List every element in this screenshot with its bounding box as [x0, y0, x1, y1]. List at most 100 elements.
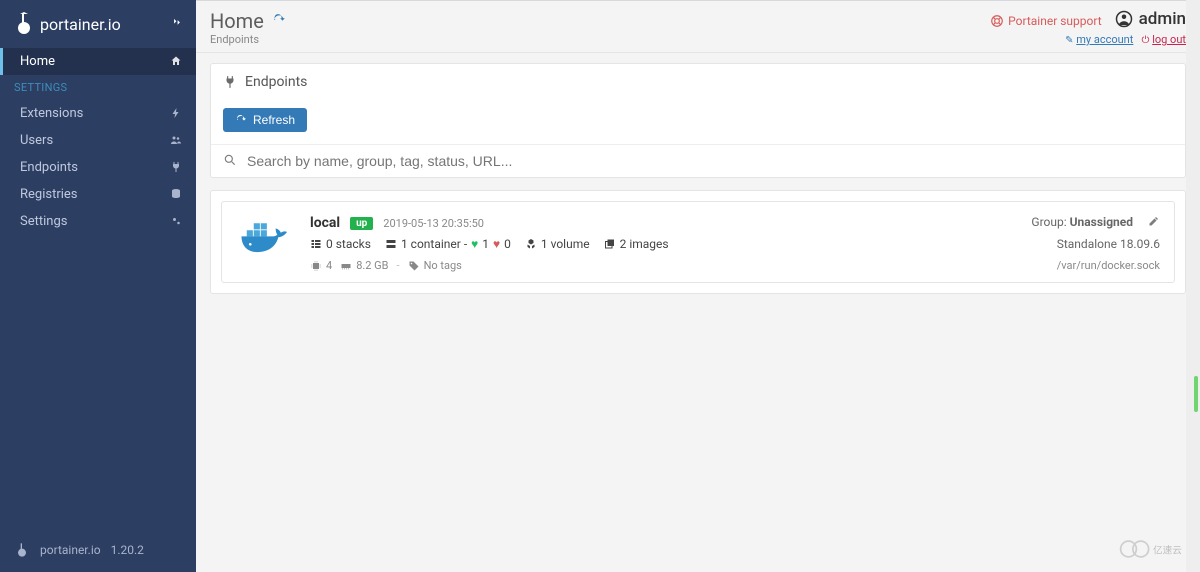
- scrollbar[interactable]: [1186, 0, 1200, 572]
- ram-text: 8.2 GB: [356, 259, 388, 272]
- logout-icon: ⏻: [1142, 35, 1150, 46]
- sidebar-item-settings[interactable]: Settings: [0, 208, 196, 235]
- endpoint-top-row: local up 2019-05-13 20:35:50 Group: Unas…: [310, 212, 1160, 231]
- sidebar-item-label: Home: [20, 54, 55, 69]
- cubes-icon: [525, 238, 537, 250]
- volumes-text: 1 volume: [541, 237, 590, 251]
- tags-icon: [408, 260, 420, 272]
- tags-text: No tags: [424, 259, 462, 272]
- separator: -: [397, 259, 400, 272]
- th-list-icon: [310, 238, 322, 250]
- container-text: 1 container -: [401, 237, 467, 251]
- topbar-left: Home Endpoints: [210, 9, 286, 46]
- brand-name: portainer.io: [40, 15, 121, 34]
- cogs-icon: [170, 215, 182, 229]
- user-block[interactable]: admin: [1115, 9, 1186, 29]
- docker-whale-icon: [236, 212, 296, 260]
- my-account-link[interactable]: my account: [1076, 33, 1133, 46]
- svg-text:亿速云: 亿速云: [1153, 544, 1182, 556]
- search-input[interactable]: [247, 153, 1173, 169]
- sidebar-item-users[interactable]: Users: [0, 127, 196, 154]
- panel-tools: Refresh: [211, 100, 1185, 144]
- refresh-icon: [235, 114, 247, 126]
- support-link[interactable]: Portainer support: [990, 14, 1102, 28]
- topbar-right: Portainer support admin ✎ my account ⏻ l…: [990, 9, 1186, 46]
- server-icon: [385, 238, 397, 250]
- microchip-icon: [310, 260, 322, 272]
- sidebar-section-settings: SETTINGS: [0, 75, 196, 100]
- home-icon: [170, 55, 182, 69]
- sidebar-item-label: Registries: [20, 187, 78, 202]
- sidebar-item-label: Endpoints: [20, 160, 78, 175]
- sidebar-header: portainer.io: [0, 0, 196, 48]
- cpu-stat: 4: [310, 259, 332, 272]
- scrollbar-thumb[interactable]: [1194, 376, 1198, 412]
- breadcrumb: Endpoints: [210, 33, 286, 46]
- topbar: Home Endpoints Portainer support admin ✎: [196, 1, 1200, 53]
- sidebar-item-endpoints[interactable]: Endpoints: [0, 154, 196, 181]
- user-links: ✎ my account ⏻ log out: [990, 33, 1186, 46]
- edit-group-icon[interactable]: [1148, 215, 1160, 229]
- sidebar-footer: portainer.io 1.20.2: [0, 528, 196, 572]
- clone-icon: [604, 238, 616, 250]
- ram-stat: 8.2 GB: [340, 259, 388, 272]
- refresh-page-icon[interactable]: [272, 13, 286, 29]
- support-label: Portainer support: [1008, 14, 1102, 28]
- endpoint-body: local up 2019-05-13 20:35:50 Group: Unas…: [310, 212, 1160, 272]
- endpoint-group: Group: Unassigned: [1031, 215, 1160, 229]
- sidebar-item-extensions[interactable]: Extensions: [0, 100, 196, 127]
- endpoints-panel: Endpoints Refresh: [210, 63, 1186, 178]
- endpoint-bottom-row: 4 8.2 GB - No tags /: [310, 259, 1160, 272]
- sidebar-item-registries[interactable]: Registries: [0, 181, 196, 208]
- heart-red-icon: ♥: [493, 237, 500, 251]
- search-icon: [223, 153, 237, 169]
- volumes-stat: 1 volume: [525, 237, 590, 251]
- endpoint-type: Standalone 18.09.6: [1057, 237, 1160, 251]
- content: Endpoints Refresh: [196, 53, 1200, 316]
- plug-icon: [170, 161, 182, 175]
- group-label: Group:: [1031, 215, 1066, 229]
- cpu-text: 4: [326, 259, 332, 272]
- user-circle-icon: [1115, 10, 1133, 28]
- portainer-logo-small-icon: [14, 542, 30, 558]
- status-badge: up: [350, 217, 373, 230]
- refresh-label: Refresh: [253, 113, 295, 127]
- endpoint-timestamp: 2019-05-13 20:35:50: [383, 217, 484, 230]
- sidebar-item-home[interactable]: Home: [0, 48, 196, 75]
- page-title: Home: [210, 9, 264, 33]
- endpoint-mid-row: 0 stacks 1 container - ♥ 1 ♥ 0: [310, 237, 1160, 251]
- container-stat: 1 container - ♥ 1 ♥ 0: [385, 237, 511, 251]
- search-row: [211, 144, 1185, 177]
- unhealthy-num: 0: [504, 237, 511, 251]
- log-out-link[interactable]: log out: [1152, 33, 1186, 46]
- logo[interactable]: portainer.io: [12, 12, 121, 36]
- sidebar-item-label: Extensions: [20, 106, 83, 121]
- sidebar-toggle-icon[interactable]: [170, 16, 184, 32]
- users-icon: [170, 134, 182, 148]
- plug-icon: [223, 75, 237, 89]
- healthy-num: 1: [482, 237, 489, 251]
- wrench-icon: ✎: [1065, 35, 1073, 46]
- tags-block: No tags: [408, 259, 462, 272]
- portainer-logo-icon: [12, 12, 36, 36]
- sidebar: portainer.io Home SETTINGS Extensions Us…: [0, 0, 196, 572]
- sidebar-item-label: Settings: [20, 214, 67, 229]
- memory-icon: [340, 260, 352, 272]
- bolt-icon: [170, 107, 182, 121]
- footer-version: 1.20.2: [111, 543, 144, 557]
- images-stat: 2 images: [604, 237, 669, 251]
- watermark: 亿速云: [1118, 536, 1188, 562]
- refresh-button[interactable]: Refresh: [223, 108, 307, 132]
- lifebuoy-icon: [990, 14, 1004, 28]
- heart-green-icon: ♥: [471, 237, 478, 251]
- endpoint-card[interactable]: local up 2019-05-13 20:35:50 Group: Unas…: [221, 201, 1175, 283]
- username: admin: [1139, 9, 1186, 29]
- endpoint-stats: 0 stacks 1 container - ♥ 1 ♥ 0: [310, 237, 669, 251]
- endpoint-name: local: [310, 215, 340, 231]
- endpoints-list: local up 2019-05-13 20:35:50 Group: Unas…: [210, 190, 1186, 294]
- endpoint-url: /var/run/docker.sock: [1057, 259, 1160, 272]
- database-icon: [170, 188, 182, 202]
- panel-title: Endpoints: [245, 74, 307, 90]
- panel-header: Endpoints: [211, 64, 1185, 100]
- endpoint-meta: 4 8.2 GB - No tags: [310, 259, 462, 272]
